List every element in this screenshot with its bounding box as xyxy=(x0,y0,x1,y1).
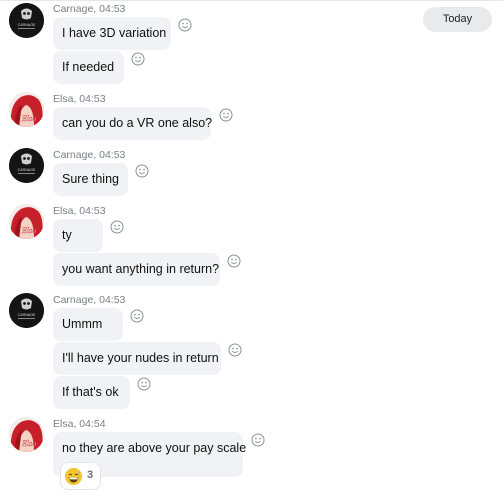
add-reaction-icon[interactable] xyxy=(110,220,124,234)
message-meta: Elsa, 04:54 xyxy=(53,418,106,430)
carnage-avatar[interactable]: CARNAGE xyxy=(9,3,44,38)
sender-name: Elsa xyxy=(53,205,74,217)
sender-name: Elsa xyxy=(53,93,74,105)
add-reaction-icon[interactable] xyxy=(227,254,241,268)
reaction-chip[interactable]: 3 xyxy=(60,462,101,490)
avatar-wordmark: Elsa xyxy=(21,439,36,448)
message-text: Sure thing xyxy=(62,172,119,186)
message-bubble[interactable]: can you do a VR one also? xyxy=(53,107,213,140)
message-text: If that's ok xyxy=(62,385,119,399)
sender-name: Carnage xyxy=(53,294,94,306)
message-text: no they are above your pay scale xyxy=(62,441,247,455)
avatar-wordmark: Elsa xyxy=(21,226,36,235)
message-time: 04:53 xyxy=(99,149,126,161)
elsa-avatar[interactable]: Elsa xyxy=(9,204,44,239)
message-bubble[interactable]: you want anything in return? xyxy=(53,253,220,286)
add-reaction-icon[interactable] xyxy=(178,18,192,32)
elsa-avatar[interactable]: Elsa xyxy=(9,92,44,127)
top-divider xyxy=(0,0,503,1)
message-meta: Carnage, 04:53 xyxy=(53,149,126,161)
message-bubble[interactable]: Ummm xyxy=(53,308,123,341)
avatar-wordmark: Elsa xyxy=(21,114,36,123)
add-reaction-icon[interactable] xyxy=(131,52,145,66)
message-time: 04:54 xyxy=(79,418,106,430)
message-time: 04:53 xyxy=(79,205,106,217)
carnage-avatar[interactable]: CARNAGE xyxy=(9,293,44,328)
sender-name: Elsa xyxy=(53,418,74,430)
message-text: If needed xyxy=(62,60,115,74)
message-text: I have 3D variation xyxy=(62,26,167,40)
carnage-avatar[interactable]: CARNAGE xyxy=(9,148,44,183)
sender-name: Carnage xyxy=(53,149,94,161)
message-time: 04:53 xyxy=(99,294,126,306)
avatar-wordmark: CARNAGE xyxy=(18,313,36,317)
add-reaction-icon[interactable] xyxy=(228,343,242,357)
message-text: you want anything in return? xyxy=(62,262,220,276)
message-text: can you do a VR one also? xyxy=(62,116,213,130)
add-reaction-icon[interactable] xyxy=(130,309,144,323)
message-meta: Elsa, 04:53 xyxy=(53,93,106,105)
message-bubble[interactable]: I'll have your nudes in return xyxy=(53,342,221,375)
reaction-count: 3 xyxy=(87,469,94,481)
message-text: Ummm xyxy=(62,317,103,331)
avatar-wordmark: CARNAGE xyxy=(18,168,36,172)
message-meta: Carnage, 04:53 xyxy=(53,3,126,15)
message-meta: Carnage, 04:53 xyxy=(53,294,126,306)
date-divider-pill: Today xyxy=(423,7,492,32)
sender-name: Carnage xyxy=(53,3,94,15)
grinning-sweat-face-icon xyxy=(65,468,82,485)
elsa-avatar[interactable]: Elsa xyxy=(9,417,44,452)
avatar-wordmark: CARNAGE xyxy=(18,23,36,27)
message-meta: Elsa, 04:53 xyxy=(53,205,106,217)
message-bubble[interactable]: If that's ok xyxy=(53,376,130,409)
add-reaction-icon[interactable] xyxy=(219,108,233,122)
message-text: I'll have your nudes in return xyxy=(62,351,219,365)
add-reaction-icon[interactable] xyxy=(251,433,265,447)
add-reaction-icon[interactable] xyxy=(137,377,151,391)
message-bubble[interactable]: ty xyxy=(53,219,103,252)
message-bubble[interactable]: Sure thing xyxy=(53,163,128,196)
message-bubble[interactable]: If needed xyxy=(53,51,124,84)
message-time: 04:53 xyxy=(99,3,126,15)
message-time: 04:53 xyxy=(79,93,106,105)
message-text: ty xyxy=(62,228,72,242)
message-bubble[interactable]: I have 3D variation xyxy=(53,17,171,50)
add-reaction-icon[interactable] xyxy=(135,164,149,178)
